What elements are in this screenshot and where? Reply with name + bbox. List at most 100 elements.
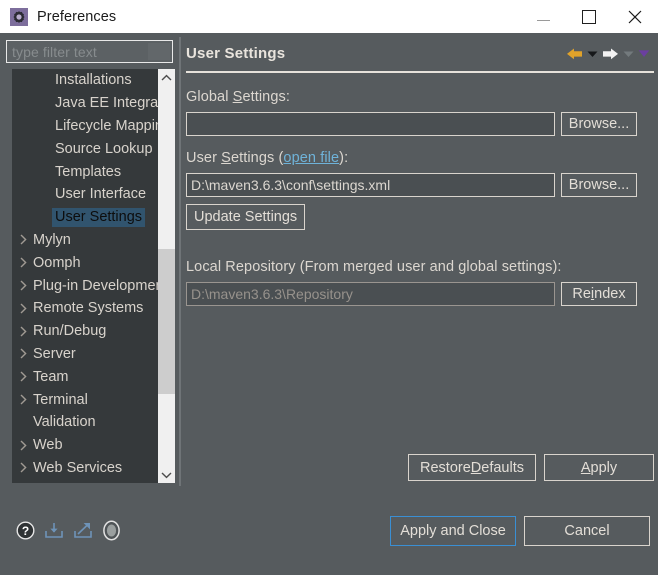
tree-item-label: Oomph <box>33 254 81 271</box>
chevron-right-icon[interactable] <box>16 348 31 359</box>
user-settings-label: User Settings (open file): <box>186 150 349 166</box>
tree-item-label: Remote Systems <box>33 300 144 317</box>
user-settings-input[interactable]: D:\maven3.6.3\conf\settings.xml <box>186 173 555 197</box>
chevron-right-icon[interactable] <box>16 280 31 291</box>
tree-item-label: Web Services <box>33 459 123 476</box>
chevron-up-icon <box>161 74 172 81</box>
apply-button[interactable]: Apply <box>544 454 654 481</box>
window-title: Preferences <box>37 8 117 25</box>
help-icon[interactable]: ? <box>16 521 35 540</box>
tree-item-label: User Settings <box>52 207 146 227</box>
scroll-down-button[interactable] <box>158 466 175 483</box>
svg-text:?: ? <box>22 524 29 538</box>
tree-item-label: Templates <box>55 163 122 180</box>
chevron-right-icon[interactable] <box>16 326 31 337</box>
preferences-tree-wrapper: Installations Java EE Integration Lifecycl… <box>6 69 175 512</box>
filter-placeholder: type filter text <box>12 43 97 60</box>
user-settings-row: D:\maven3.6.3\conf\settings.xml Browse..… <box>186 173 654 197</box>
cancel-button[interactable]: Cancel <box>524 515 650 546</box>
tree-item[interactable]: Web Services <box>12 457 158 480</box>
tree-item[interactable]: Team <box>12 365 158 388</box>
close-icon <box>628 10 642 23</box>
dialog-body: type filter text Installations Java EE In… <box>0 33 658 519</box>
tree-item[interactable]: Java EE Integration <box>12 92 158 115</box>
update-settings-button[interactable]: Update Settings <box>186 204 306 230</box>
apply-and-close-button[interactable]: Apply and Close <box>390 515 516 546</box>
restore-defaults-button[interactable]: Restore Defaults <box>408 454 536 481</box>
forward-history-dropdown-icon <box>623 50 634 58</box>
tree-item[interactable]: Terminal <box>12 388 158 411</box>
tree-vscroll-thumb[interactable] <box>158 249 175 394</box>
panel-header-rule <box>186 71 654 73</box>
tree-item[interactable]: Server <box>12 343 158 366</box>
chevron-right-icon[interactable] <box>16 371 31 382</box>
chevron-right-icon[interactable] <box>16 257 31 268</box>
panel-view-menu-icon[interactable] <box>638 49 650 58</box>
preferences-dialog: Preferences type filter text Installatio… <box>0 0 658 575</box>
tree-item[interactable]: Lifecycle Mappings <box>12 115 158 138</box>
chevron-right-icon[interactable] <box>16 394 31 405</box>
local-repository-row: D:\maven3.6.3\Repository Re i ndex <box>186 282 654 306</box>
chevron-right-icon[interactable] <box>16 234 31 245</box>
panel-nav-icons <box>566 47 654 61</box>
scroll-up-button[interactable] <box>158 69 175 86</box>
panel-content: Global Settings: Browse... User Settings… <box>186 81 654 493</box>
pane-divider[interactable] <box>179 37 181 513</box>
user-settings-browse-button[interactable]: Browse... <box>561 173 637 197</box>
tree-item-label: Plug-in Development <box>33 277 158 294</box>
oomph-recorder-icon[interactable] <box>102 520 121 541</box>
maximize-button[interactable] <box>566 0 612 33</box>
tree-item[interactable]: Oomph <box>12 251 158 274</box>
panel-header: User Settings <box>186 37 654 70</box>
global-settings-browse-button[interactable]: Browse... <box>561 112 637 136</box>
global-settings-input[interactable] <box>186 112 555 136</box>
minimize-icon <box>536 20 550 21</box>
tree-item-label: Validation <box>33 414 96 431</box>
import-icon[interactable] <box>44 521 64 540</box>
window-controls <box>520 0 658 33</box>
chevron-right-icon[interactable] <box>16 462 31 473</box>
settings-panel: User Settings Global Settings: Browse...… <box>186 37 654 513</box>
maximize-icon <box>582 9 596 24</box>
tree-item-label: Java EE Integration <box>55 95 158 112</box>
preferences-tree[interactable]: Installations Java EE Integration Lifecycl… <box>12 69 158 483</box>
filter-input-wrapper[interactable]: type filter text <box>6 40 173 63</box>
tree-item[interactable]: Web <box>12 434 158 457</box>
tree-item[interactable]: User Interface <box>12 183 158 206</box>
back-arrow-icon[interactable] <box>566 47 583 61</box>
tree-item[interactable]: Validation <box>12 411 158 434</box>
tree-item-label: Web <box>33 437 63 454</box>
chevron-right-icon[interactable] <box>16 440 31 451</box>
chevron-down-icon <box>161 471 172 478</box>
tree-item-label: Lifecycle Mappings <box>55 117 158 134</box>
local-repository-input: D:\maven3.6.3\Repository <box>186 282 555 306</box>
tree-item[interactable]: Installations <box>12 69 158 92</box>
tree-item-label: Mylyn <box>33 231 71 248</box>
minimize-button[interactable] <box>520 0 566 33</box>
close-button[interactable] <box>612 0 658 33</box>
reindex-button[interactable]: Re i ndex <box>561 282 637 306</box>
open-file-link[interactable]: open file <box>283 150 339 166</box>
tree-item[interactable]: User Settings <box>12 206 158 229</box>
tree-item[interactable]: Remote Systems <box>12 297 158 320</box>
tree-item-label: Installations <box>55 72 132 89</box>
tree-item-label: Terminal <box>33 391 88 408</box>
tree-item[interactable]: Run/Debug <box>12 320 158 343</box>
global-settings-label: Global Settings: <box>186 89 290 105</box>
tree-vertical-scrollbar[interactable] <box>158 69 175 483</box>
tree-item[interactable]: Templates <box>12 160 158 183</box>
preferences-sidebar: type filter text Installations Java EE In… <box>6 40 175 512</box>
forward-arrow-icon[interactable] <box>602 47 619 61</box>
page-title: User Settings <box>186 45 286 62</box>
footer-icon-group: ? <box>0 520 121 541</box>
tree-item[interactable]: Source Lookup <box>12 137 158 160</box>
tree-item[interactable]: Mylyn <box>12 229 158 252</box>
panel-footer-buttons: Restore Defaults Apply <box>186 454 654 481</box>
dialog-footer: ? Apply and Close Cancel <box>0 486 658 575</box>
footer-button-group: Apply and Close Cancel <box>390 515 658 546</box>
chevron-right-icon[interactable] <box>16 303 31 314</box>
tree-item[interactable]: Plug-in Development <box>12 274 158 297</box>
filter-input-clear-area[interactable] <box>148 43 170 60</box>
export-icon[interactable] <box>73 521 93 540</box>
back-history-dropdown-icon[interactable] <box>587 50 598 58</box>
